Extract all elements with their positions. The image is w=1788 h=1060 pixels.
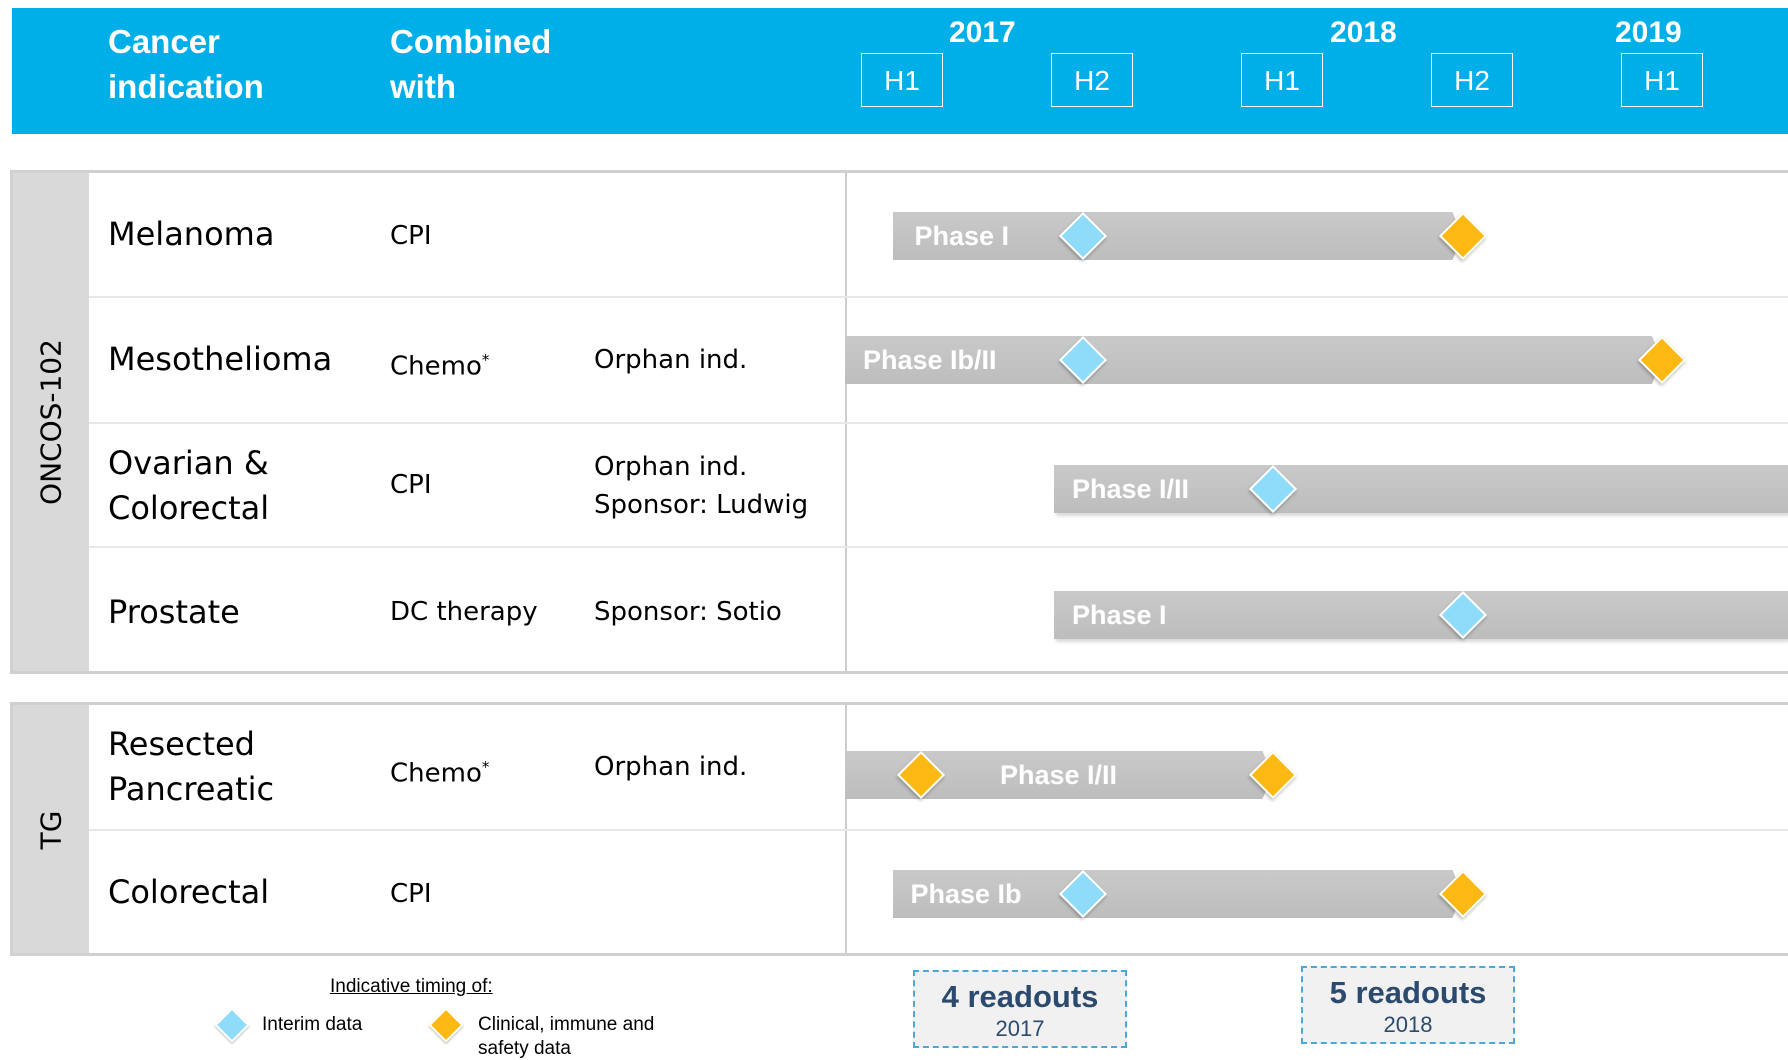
legend-title: Indicative timing of: — [330, 976, 493, 997]
readout-box-2018: 5 readouts 2018 — [1301, 966, 1515, 1044]
legend-interim: Interim data — [262, 1014, 363, 1035]
readout-count: 5 readouts — [1329, 975, 1487, 1010]
phase-label: Phase I — [914, 221, 1010, 251]
timeline-layer: Phase I Phase Ib/II Phase I/II Phase I Phase… — [0, 0, 1788, 1059]
readout-count: 4 readouts — [941, 979, 1099, 1014]
readout-box-2017: 4 readouts 2017 — [913, 970, 1127, 1048]
legend-clinical-line1: Clinical, immune and — [478, 1014, 655, 1035]
phase-label: Phase I/II — [1000, 760, 1118, 790]
phase-label: Phase Ib/II — [863, 345, 997, 375]
legend-clinical-line2: safety data — [478, 1038, 571, 1059]
phase-label: Phase I/II — [1072, 474, 1190, 504]
readout-year: 2018 — [1383, 1012, 1433, 1037]
readout-year: 2017 — [995, 1016, 1045, 1041]
phase-label: Phase Ib — [910, 879, 1022, 909]
phase-label: Phase I — [1072, 600, 1167, 630]
